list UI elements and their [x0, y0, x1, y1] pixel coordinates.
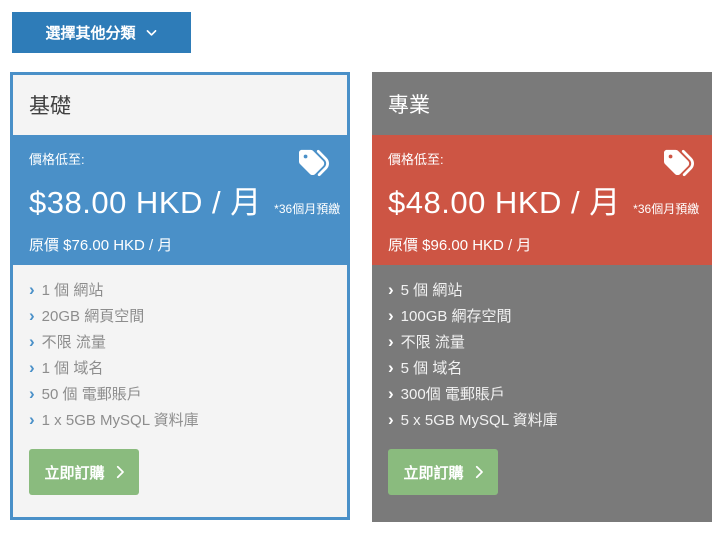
plan-title: 專業: [388, 93, 430, 117]
chevron-down-icon: [146, 30, 156, 36]
feature-item: › 1 個 域名: [29, 357, 331, 383]
feature-item: › 20GB 網頁空間: [29, 305, 331, 331]
feature-text: 不限 流量: [41, 334, 106, 351]
chevron-right-bullet-icon: ›: [388, 384, 394, 403]
plan-title: 基礎: [29, 95, 71, 118]
original-price: 原價 $76.00 HKD / 月: [29, 237, 173, 254]
chevron-right-bullet-icon: ›: [29, 384, 35, 403]
category-dropdown-button[interactable]: 選擇其他分類: [12, 12, 191, 53]
chevron-right-bullet-icon: ›: [388, 410, 394, 429]
plan-card-basic: 基礎 價格低至: $38.00 HKD / 月 *36個月預繳 原價 $76.0…: [10, 72, 350, 520]
chevron-right-bullet-icon: ›: [29, 332, 35, 351]
order-now-label: 立即訂購: [403, 464, 464, 482]
price-panel: 價格低至: $48.00 HKD / 月 *36個月預繳 原價 $96.00 H…: [372, 135, 712, 265]
price-panel: 價格低至: $38.00 HKD / 月 *36個月預繳 原價 $76.00 H…: [13, 135, 347, 265]
chevron-right-bullet-icon: ›: [29, 358, 35, 377]
feature-item: › 不限 流量: [29, 331, 331, 357]
feature-text: 50 個 電郵賬戶: [41, 386, 142, 403]
chevron-right-bullet-icon: ›: [388, 280, 394, 299]
tags-icon: [296, 148, 332, 178]
feature-text: 5 個 網站: [400, 282, 463, 299]
feature-item: › 不限 流量: [388, 331, 696, 357]
chevron-right-bullet-icon: ›: [29, 306, 35, 325]
feature-text: 1 個 域名: [41, 360, 104, 377]
feature-item: › 100GB 網存空間: [388, 305, 696, 331]
original-price: 原價 $96.00 HKD / 月: [388, 237, 532, 254]
tags-icon: [661, 148, 697, 178]
price-line: $38.00 HKD / 月 *36個月預繳: [29, 177, 340, 222]
feature-item: › 5 x 5GB MySQL 資料庫: [388, 409, 696, 435]
feature-text: 1 x 5GB MySQL 資料庫: [41, 412, 199, 429]
feature-text: 1 個 網站: [41, 282, 104, 299]
feature-item: › 1 x 5GB MySQL 資料庫: [29, 409, 331, 435]
chevron-right-bullet-icon: ›: [29, 410, 35, 429]
price-prefix-label: 價格低至:: [29, 152, 85, 167]
chevron-right-icon: [475, 465, 483, 479]
feature-item: › 50 個 電郵賬戶: [29, 383, 331, 409]
chevron-right-icon: [116, 465, 124, 479]
feature-text: 5 個 域名: [400, 360, 463, 377]
price-term-note: *36個月預繳: [274, 202, 341, 216]
price-prefix-label: 價格低至:: [388, 152, 444, 167]
order-now-label: 立即訂購: [44, 464, 105, 482]
chevron-right-bullet-icon: ›: [388, 306, 394, 325]
feature-text: 5 x 5GB MySQL 資料庫: [400, 412, 558, 429]
feature-item: › 5 個 域名: [388, 357, 696, 383]
chevron-right-bullet-icon: ›: [29, 280, 35, 299]
price-term-note: *36個月預繳: [633, 202, 700, 216]
price-amount: $38.00 HKD / 月: [29, 185, 262, 220]
price-amount: $48.00 HKD / 月: [388, 185, 621, 220]
pricing-page: 選擇其他分類 基礎 價格低至: $38.00 HKD / 月 *36個月預繳 原…: [0, 0, 724, 536]
feature-item: › 1 個 網站: [29, 279, 331, 305]
category-dropdown-label: 選擇其他分類: [45, 25, 136, 42]
price-line: $48.00 HKD / 月 *36個月預繳: [388, 177, 700, 222]
plan-card-pro: 專業 價格低至: $48.00 HKD / 月 *36個月預繳 原價 $96.0…: [372, 72, 712, 522]
feature-text: 20GB 網頁空間: [41, 308, 145, 325]
feature-text: 300個 電郵賬戶: [400, 386, 505, 403]
feature-text: 100GB 網存空間: [400, 308, 512, 325]
chevron-right-bullet-icon: ›: [388, 358, 394, 377]
chevron-right-bullet-icon: ›: [388, 332, 394, 351]
feature-item: › 300個 電郵賬戶: [388, 383, 696, 409]
feature-list: › 1 個 網站 › 20GB 網頁空間 › 不限 流量 › 1 個 域名 › 50 個 …: [13, 265, 347, 435]
feature-list: › 5 個 網站 › 100GB 網存空間 › 不限 流量 › 5 個 域名 › 300個…: [372, 265, 712, 435]
feature-item: › 5 個 網站: [388, 279, 696, 305]
feature-text: 不限 流量: [400, 334, 465, 351]
order-now-button[interactable]: 立即訂購: [29, 449, 139, 495]
order-now-button[interactable]: 立即訂購: [388, 449, 498, 495]
